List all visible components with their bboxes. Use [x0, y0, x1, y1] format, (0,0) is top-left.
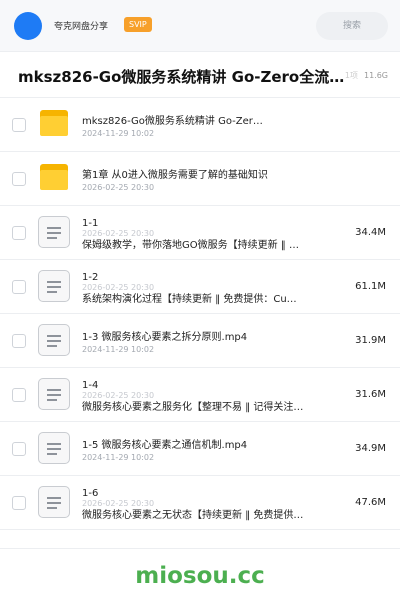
file-name-continued: 微服务核心要素之服务化【整理不易 ‖ 记得关注… — [82, 402, 304, 413]
top-bar: 夸克网盘分享 SVIP 搜索 — [0, 0, 400, 52]
checkbox[interactable] — [12, 496, 26, 510]
svip-badge: SVIP — [124, 17, 152, 32]
list-item[interactable]: 1-3 微服务核心要素之拆分原则.mp4 2024-11-29 10:02 31… — [0, 314, 400, 368]
search-button[interactable]: 搜索 — [316, 12, 388, 40]
document-icon — [38, 270, 70, 302]
file-name: 1-4 — [82, 380, 99, 391]
list-item[interactable]: 1-4 2026-02-25 20:30 微服务核心要素之服务化【整理不易 ‖ … — [0, 368, 400, 422]
file-date: 2024-11-29 10:02 — [82, 129, 155, 138]
folder-icon — [40, 110, 68, 136]
checkbox[interactable] — [12, 388, 26, 402]
file-date: 2026-02-25 20:30 — [82, 183, 155, 192]
watermark: miosou.cc — [135, 563, 265, 589]
checkbox[interactable] — [12, 172, 26, 186]
file-size: 31.9M — [355, 335, 386, 346]
checkbox[interactable] — [12, 226, 26, 240]
file-name-continued: 微服务核心要素之无状态【持续更新 ‖ 免费提供… — [82, 510, 304, 521]
file-name: mksz826-Go微服务系统精讲 Go-Zer… — [82, 116, 263, 127]
document-icon — [38, 486, 70, 518]
title-meta-size: 11.6G — [363, 71, 388, 80]
file-date: 2024-11-29 10:02 — [82, 345, 155, 354]
file-size: 34.9M — [355, 443, 386, 454]
file-name-continued: 保姆级教学，带你落地GO微服务【持续更新 ‖ … — [82, 240, 299, 251]
file-list: mksz826-Go微服务系统精讲 Go-Zer… 2024-11-29 10:… — [0, 98, 400, 530]
list-item[interactable]: 1-5 微服务核心要素之通信机制.mp4 2024-11-29 10:02 34… — [0, 422, 400, 476]
file-date: 2024-11-29 10:02 — [82, 453, 155, 462]
share-name: 夸克网盘分享 — [54, 22, 109, 32]
file-name: 1-1 — [82, 218, 99, 229]
file-size: 47.6M — [355, 497, 386, 508]
checkbox[interactable] — [12, 334, 26, 348]
footer: miosou.cc — [0, 548, 400, 600]
document-icon — [38, 324, 70, 356]
file-name: 1-6 — [82, 488, 99, 499]
title-meta-count: 1项 — [344, 71, 358, 80]
document-icon — [38, 216, 70, 248]
folder-icon — [40, 164, 68, 190]
title-bar: mksz826-Go微服务系统精讲 Go-Zero全流程实… 1项 11.6G — [0, 52, 400, 98]
document-icon — [38, 432, 70, 464]
file-name: 第1章 从0进入微服务需要了解的基础知识 — [82, 170, 268, 181]
file-name: 1-3 微服务核心要素之拆分原则.mp4 — [82, 332, 248, 343]
document-icon — [38, 378, 70, 410]
list-item[interactable]: mksz826-Go微服务系统精讲 Go-Zer… 2024-11-29 10:… — [0, 98, 400, 152]
file-name: 1-5 微服务核心要素之通信机制.mp4 — [82, 440, 248, 451]
page-title: mksz826-Go微服务系统精讲 Go-Zero全流程实… — [18, 68, 353, 86]
checkbox[interactable] — [12, 280, 26, 294]
list-item[interactable]: 1-6 2026-02-25 20:30 微服务核心要素之无状态【持续更新 ‖ … — [0, 476, 400, 530]
checkbox[interactable] — [12, 442, 26, 456]
file-name: 1-2 — [82, 272, 99, 283]
file-name-continued: 系统架构演化过程【持续更新 ‖ 免费提供：Cu… — [82, 294, 297, 305]
list-item[interactable]: 1-2 2026-02-25 20:30 系统架构演化过程【持续更新 ‖ 免费提… — [0, 260, 400, 314]
file-size: 31.6M — [355, 389, 386, 400]
avatar[interactable] — [14, 12, 42, 40]
list-item[interactable]: 1-1 2026-02-25 20:30 保姆级教学，带你落地GO微服务【持续更… — [0, 206, 400, 260]
file-size: 61.1M — [355, 281, 386, 292]
checkbox[interactable] — [12, 118, 26, 132]
file-size: 34.4M — [355, 227, 386, 238]
list-item[interactable]: 第1章 从0进入微服务需要了解的基础知识 2026-02-25 20:30 — [0, 152, 400, 206]
title-meta: 1项 11.6G — [345, 70, 388, 81]
